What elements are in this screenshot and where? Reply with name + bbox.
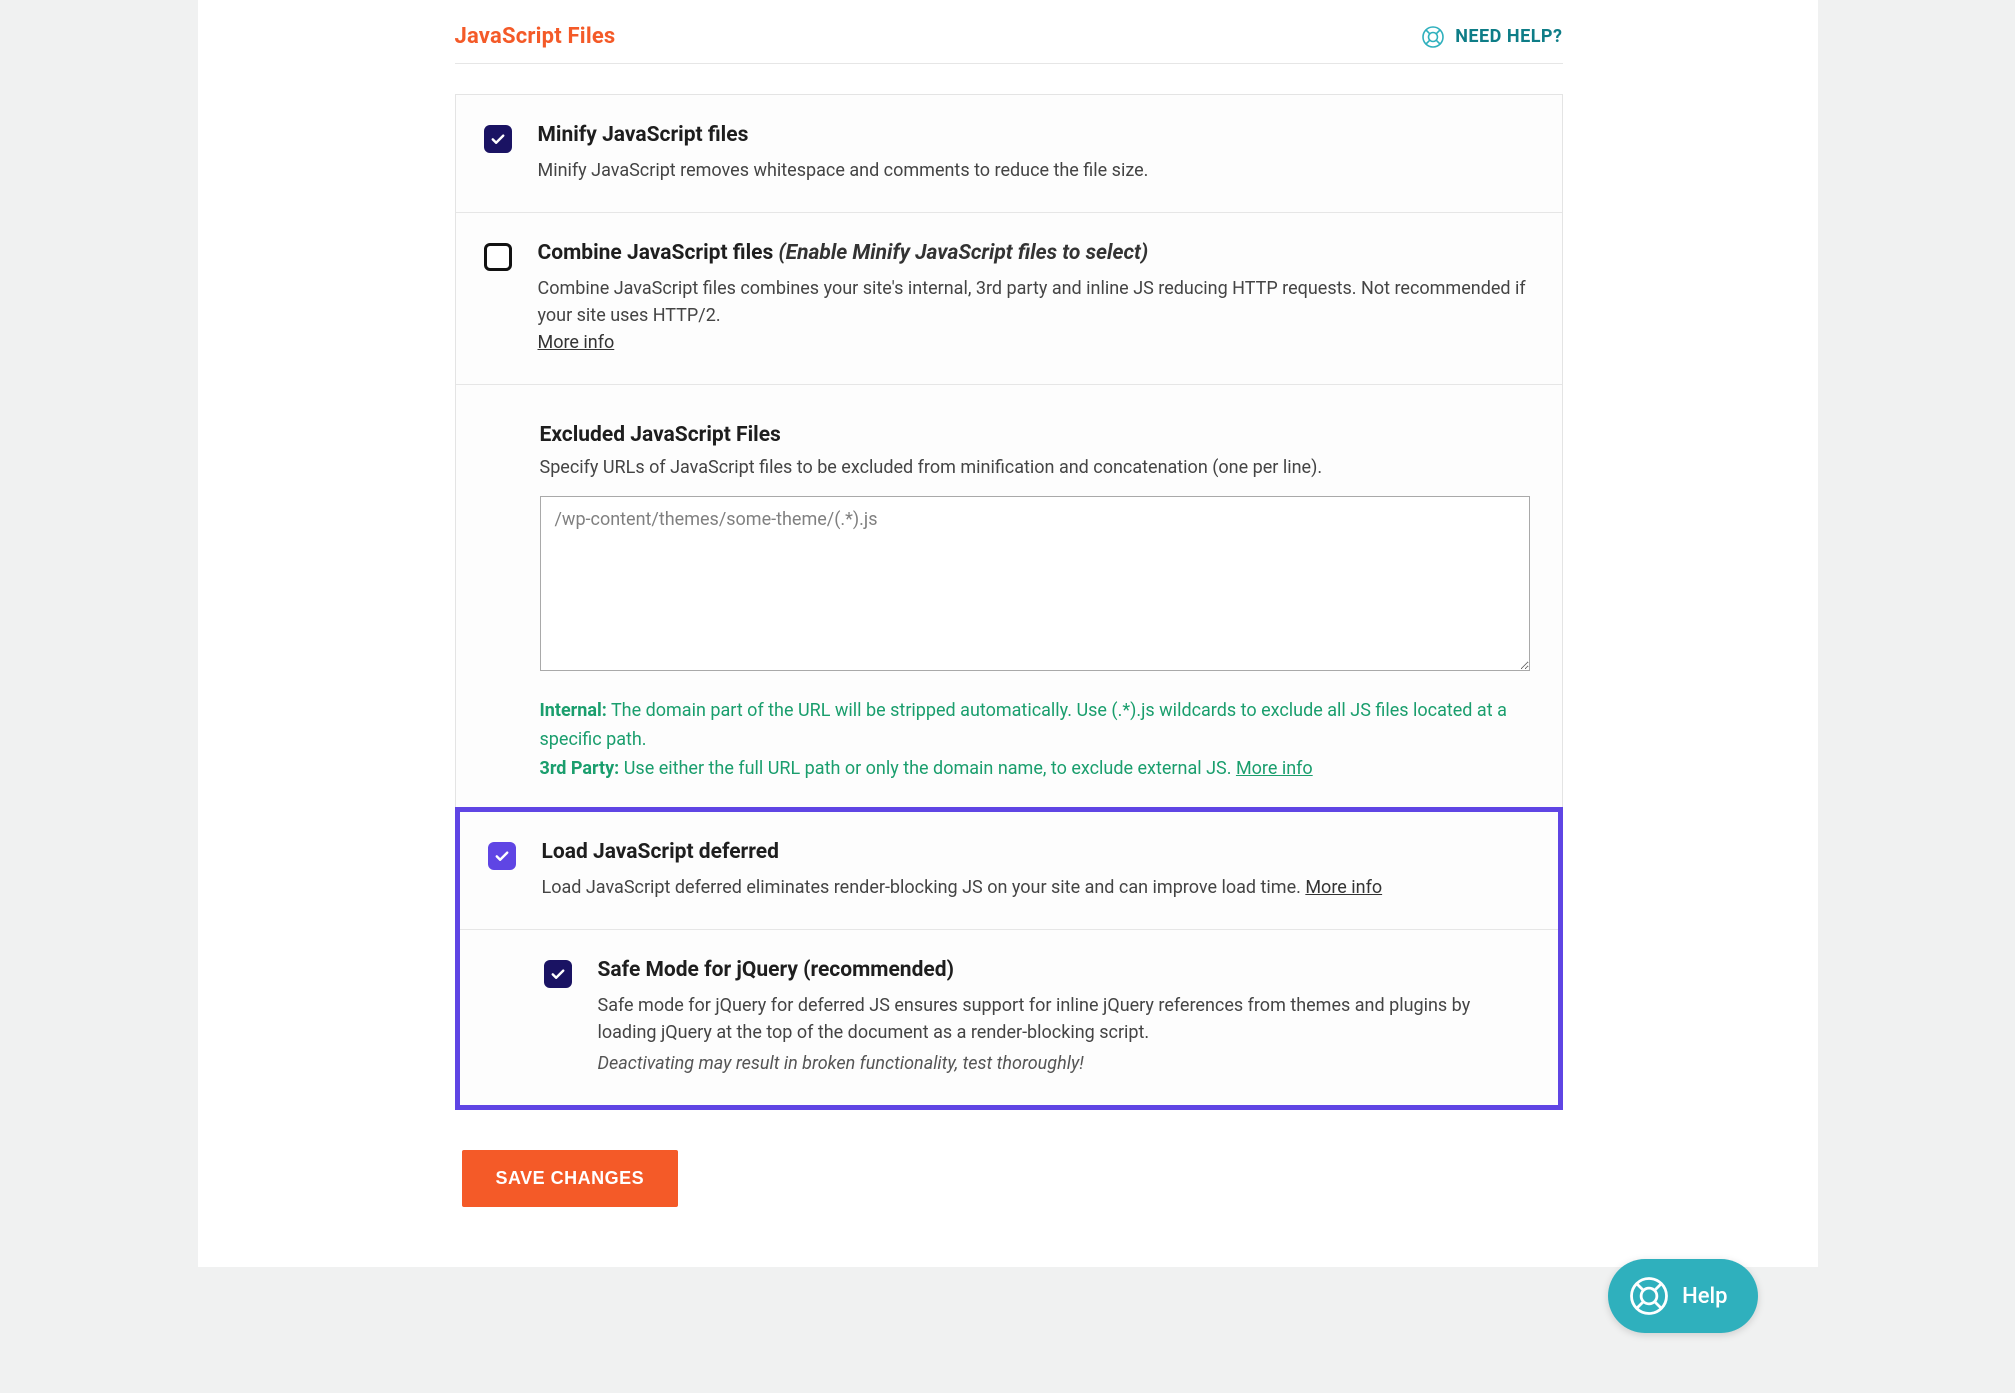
need-help-label: NEED HELP? [1455, 26, 1562, 47]
minify-title: Minify JavaScript files [538, 123, 1530, 147]
combine-desc-text: Combine JavaScript files combines your s… [538, 278, 1526, 326]
combine-title-note: (Enable Minify JavaScript files to selec… [779, 241, 1149, 265]
lifebuoy-icon [1628, 1275, 1670, 1317]
excluded-hints: Internal: The domain part of the URL wil… [540, 697, 1530, 783]
js-files-panel: Minify JavaScript files Minify JavaScrip… [455, 94, 1563, 1110]
option-combine: Combine JavaScript files (Enable Minify … [456, 213, 1562, 385]
section-header: JavaScript Files NEED HELP? [455, 0, 1563, 64]
help-fab[interactable]: Help [1608, 1259, 1757, 1333]
hint-3rdparty-text: Use either the full URL path or only the… [619, 758, 1236, 779]
defer-highlight-box: Load JavaScript deferred Load JavaScript… [455, 807, 1563, 1110]
safemode-title: Safe Mode for jQuery (recommended) [598, 958, 1526, 982]
defer-title: Load JavaScript deferred [542, 840, 1526, 864]
combine-title-text: Combine JavaScript files [538, 241, 774, 265]
safemode-desc-text: Safe mode for jQuery for deferred JS ens… [598, 995, 1471, 1043]
lifebuoy-icon [1421, 25, 1445, 49]
hint-internal-label: Internal: [540, 700, 607, 721]
excluded-textarea[interactable] [540, 496, 1530, 671]
need-help-link[interactable]: NEED HELP? [1421, 25, 1562, 49]
combine-title: Combine JavaScript files (Enable Minify … [538, 241, 1530, 265]
defer-desc: Load JavaScript deferred eliminates rend… [542, 874, 1526, 901]
excluded-desc: Specify URLs of JavaScript files to be e… [540, 457, 1530, 478]
minify-checkbox[interactable] [484, 125, 512, 153]
safemode-desc: Safe mode for jQuery for deferred JS ens… [598, 992, 1526, 1077]
combine-more-info-link[interactable]: More info [538, 332, 615, 353]
excluded-block: Excluded JavaScript Files Specify URLs o… [456, 385, 1562, 808]
defer-desc-text: Load JavaScript deferred eliminates rend… [542, 877, 1306, 898]
combine-desc: Combine JavaScript files combines your s… [538, 275, 1530, 356]
safemode-warning: Deactivating may result in broken functi… [598, 1050, 1526, 1077]
minify-desc: Minify JavaScript removes whitespace and… [538, 157, 1530, 184]
help-fab-label: Help [1682, 1284, 1727, 1309]
option-safemode: Safe Mode for jQuery (recommended) Safe … [460, 930, 1558, 1105]
defer-more-info-link[interactable]: More info [1305, 877, 1382, 898]
safemode-checkbox[interactable] [544, 960, 572, 988]
option-defer: Load JavaScript deferred Load JavaScript… [460, 812, 1558, 930]
hint-internal-text: The domain part of the URL will be strip… [540, 700, 1507, 750]
section-title: JavaScript Files [455, 24, 616, 49]
hint-more-info-link[interactable]: More info [1236, 758, 1313, 779]
excluded-title: Excluded JavaScript Files [540, 423, 1530, 447]
save-changes-button[interactable]: SAVE CHANGES [462, 1150, 679, 1207]
option-minify: Minify JavaScript files Minify JavaScrip… [456, 95, 1562, 213]
defer-checkbox[interactable] [488, 842, 516, 870]
combine-checkbox[interactable] [484, 243, 512, 271]
hint-3rdparty-label: 3rd Party: [540, 758, 620, 779]
